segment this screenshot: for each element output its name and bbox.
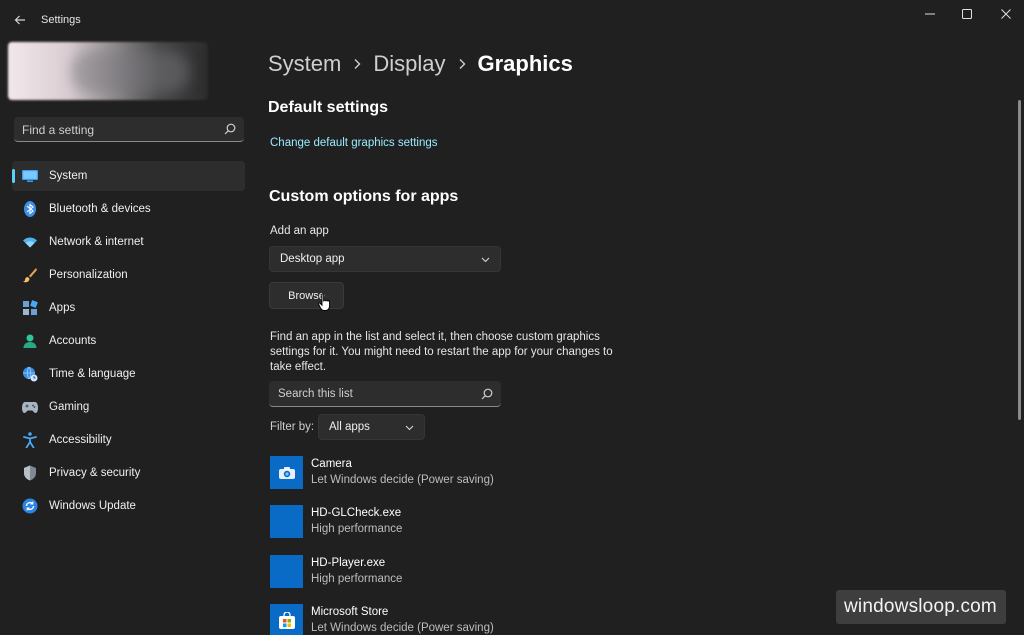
- title-bar: Settings: [0, 0, 1024, 40]
- close-icon: [1001, 9, 1011, 19]
- avatar: [70, 52, 190, 92]
- back-arrow-icon: [14, 15, 25, 25]
- bluetooth-icon: [22, 201, 38, 217]
- app-graphics-setting: High performance: [311, 523, 403, 535]
- app-list-item-microsoft-store[interactable]: Microsoft Store Let Windows decide (Powe…: [270, 604, 630, 635]
- sidebar-item-gaming[interactable]: Gaming: [12, 392, 245, 422]
- sidebar-item-label: Gaming: [49, 401, 90, 413]
- search-list-input[interactable]: Search this list: [269, 381, 501, 407]
- app-tile-icon: [270, 505, 303, 538]
- sidebar-item-label: Network & internet: [49, 236, 144, 248]
- refresh-icon: [22, 498, 38, 514]
- scrollbar[interactable]: [1018, 100, 1021, 420]
- app-type-value: Desktop app: [280, 253, 345, 265]
- chevron-down-icon: [481, 257, 490, 263]
- sidebar-item-time-language[interactable]: Time & language: [12, 359, 245, 389]
- gamepad-icon: [22, 399, 38, 415]
- minimize-button[interactable]: [912, 4, 948, 24]
- camera-icon: [270, 456, 303, 489]
- app-list-item-hd-player[interactable]: HD-Player.exe High performance: [270, 555, 630, 589]
- sidebar-item-label: System: [49, 170, 88, 182]
- search-icon: [224, 123, 236, 135]
- change-default-graphics-link[interactable]: Change default graphics settings: [270, 137, 438, 149]
- sidebar-item-system[interactable]: System: [12, 161, 245, 191]
- chevron-right-icon: [353, 58, 361, 70]
- watermark-text: windowsloop.com: [844, 596, 997, 617]
- sidebar-item-label: Accessibility: [49, 434, 112, 446]
- globe-clock-icon: [22, 366, 38, 382]
- app-name: Microsoft Store: [311, 606, 389, 618]
- page-title: Graphics: [477, 51, 573, 76]
- find-setting-input[interactable]: Find a setting: [14, 117, 244, 142]
- maximize-button[interactable]: [949, 4, 985, 24]
- chevron-down-icon: [405, 425, 414, 431]
- filter-label: Filter by:: [270, 421, 315, 433]
- search-list-placeholder: Search this list: [278, 388, 353, 400]
- sidebar-nav: System Bluetooth & devices Network & int…: [12, 161, 245, 524]
- sidebar-item-label: Privacy & security: [49, 467, 141, 479]
- watermark: windowsloop.com: [836, 590, 1006, 624]
- app-list-item-hd-glcheck[interactable]: HD-GLCheck.exe High performance: [270, 505, 630, 539]
- breadcrumb-system[interactable]: System: [268, 51, 341, 77]
- app-graphics-setting: Let Windows decide (Power saving): [311, 622, 494, 634]
- default-settings-heading: Default settings: [268, 99, 389, 116]
- browse-button[interactable]: Browse: [269, 282, 344, 309]
- app-name: HD-Player.exe: [311, 557, 386, 569]
- apps-icon: [22, 300, 38, 316]
- sidebar-item-personalization[interactable]: Personalization: [12, 260, 245, 290]
- sidebar-item-network[interactable]: Network & internet: [12, 227, 245, 257]
- chevron-right-icon: [458, 58, 466, 70]
- find-setting-placeholder: Find a setting: [22, 123, 95, 137]
- sidebar-item-label: Personalization: [49, 269, 128, 281]
- sidebar-item-accessibility[interactable]: Accessibility: [12, 425, 245, 455]
- sidebar-item-bluetooth[interactable]: Bluetooth & devices: [12, 194, 245, 224]
- filter-value: All apps: [329, 421, 370, 433]
- sidebar-item-windows-update[interactable]: Windows Update: [12, 491, 245, 521]
- app-graphics-setting: Let Windows decide (Power saving): [311, 474, 494, 486]
- app-list-item-camera[interactable]: Camera Let Windows decide (Power saving): [270, 456, 630, 490]
- accessibility-icon: [22, 432, 38, 448]
- app-graphics-setting: High performance: [311, 573, 403, 585]
- app-tile-icon: [270, 555, 303, 588]
- back-button[interactable]: [8, 8, 32, 32]
- custom-options-heading: Custom options for apps: [269, 188, 459, 205]
- app-name: HD-GLCheck.exe: [311, 507, 402, 519]
- brush-icon: [22, 267, 38, 283]
- sidebar-item-privacy-security[interactable]: Privacy & security: [12, 458, 245, 488]
- search-icon: [481, 388, 493, 400]
- mouse-cursor-icon: [318, 293, 330, 311]
- app-name: Camera: [311, 458, 352, 470]
- system-icon: [22, 168, 38, 184]
- app-type-dropdown[interactable]: Desktop app: [269, 246, 501, 272]
- wifi-icon: [22, 234, 38, 250]
- minimize-icon: [925, 13, 935, 15]
- sidebar-item-label: Apps: [49, 302, 76, 314]
- breadcrumb: System Display Graphics: [268, 48, 573, 80]
- sidebar-item-accounts[interactable]: Accounts: [12, 326, 245, 356]
- sidebar-item-label: Bluetooth & devices: [49, 203, 151, 215]
- breadcrumb-display[interactable]: Display: [373, 51, 445, 77]
- shield-icon: [22, 465, 38, 481]
- person-icon: [22, 333, 38, 349]
- store-icon: [270, 604, 303, 635]
- add-app-label: Add an app: [270, 225, 329, 237]
- sidebar-item-apps[interactable]: Apps: [12, 293, 245, 323]
- sidebar-item-label: Windows Update: [49, 500, 136, 512]
- maximize-icon: [962, 9, 972, 19]
- selection-indicator: [12, 169, 15, 183]
- custom-options-description: Find an app in the list and select it, t…: [270, 331, 613, 373]
- close-button[interactable]: [988, 4, 1024, 24]
- filter-dropdown[interactable]: All apps: [318, 414, 425, 440]
- window-title: Settings: [41, 14, 81, 26]
- sidebar-item-label: Accounts: [49, 335, 97, 347]
- browse-button-label: Browse: [288, 290, 325, 302]
- sidebar-item-label: Time & language: [49, 368, 136, 380]
